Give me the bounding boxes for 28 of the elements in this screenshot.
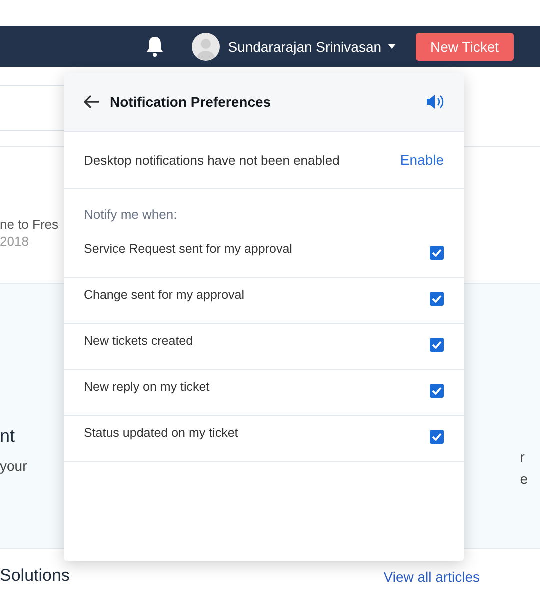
notify-label: Notify me when: [83, 206, 178, 224]
card-heading: nt [0, 426, 16, 447]
user-menu[interactable]: Sundararajan Srinivasan [228, 38, 396, 54]
popover-title: Notification Preferences [110, 94, 272, 110]
option-label: Change sent for my approval [84, 288, 245, 302]
section-title: Solutions [0, 567, 70, 585]
back-arrow-icon[interactable] [84, 95, 100, 109]
card-text: r [520, 448, 526, 467]
checkbox[interactable] [430, 338, 444, 352]
option-label: New reply on my ticket [84, 380, 210, 394]
date-text: 2018 [0, 234, 29, 249]
caret-icon [388, 44, 396, 49]
desktop-notification-message: Desktop notifications have not been enabled [84, 152, 340, 168]
view-all-link[interactable]: View all articles [384, 569, 480, 585]
new-ticket-button[interactable]: New Ticket [416, 32, 514, 60]
checkbox[interactable] [430, 430, 444, 444]
card-text: e [520, 470, 528, 489]
enable-link[interactable]: Enable [400, 152, 444, 168]
option-label: Service Request sent for my approval [84, 242, 292, 256]
avatar-icon [192, 32, 220, 60]
option-label: Status updated on my ticket [84, 426, 238, 440]
card-text: your [0, 457, 28, 476]
checkbox[interactable] [430, 292, 444, 306]
checkbox[interactable] [430, 246, 444, 260]
welcome-text: ne to Fres [0, 217, 59, 232]
option-label: New tickets created [84, 334, 194, 348]
speaker-icon[interactable] [426, 94, 444, 110]
checkbox[interactable] [430, 384, 444, 398]
